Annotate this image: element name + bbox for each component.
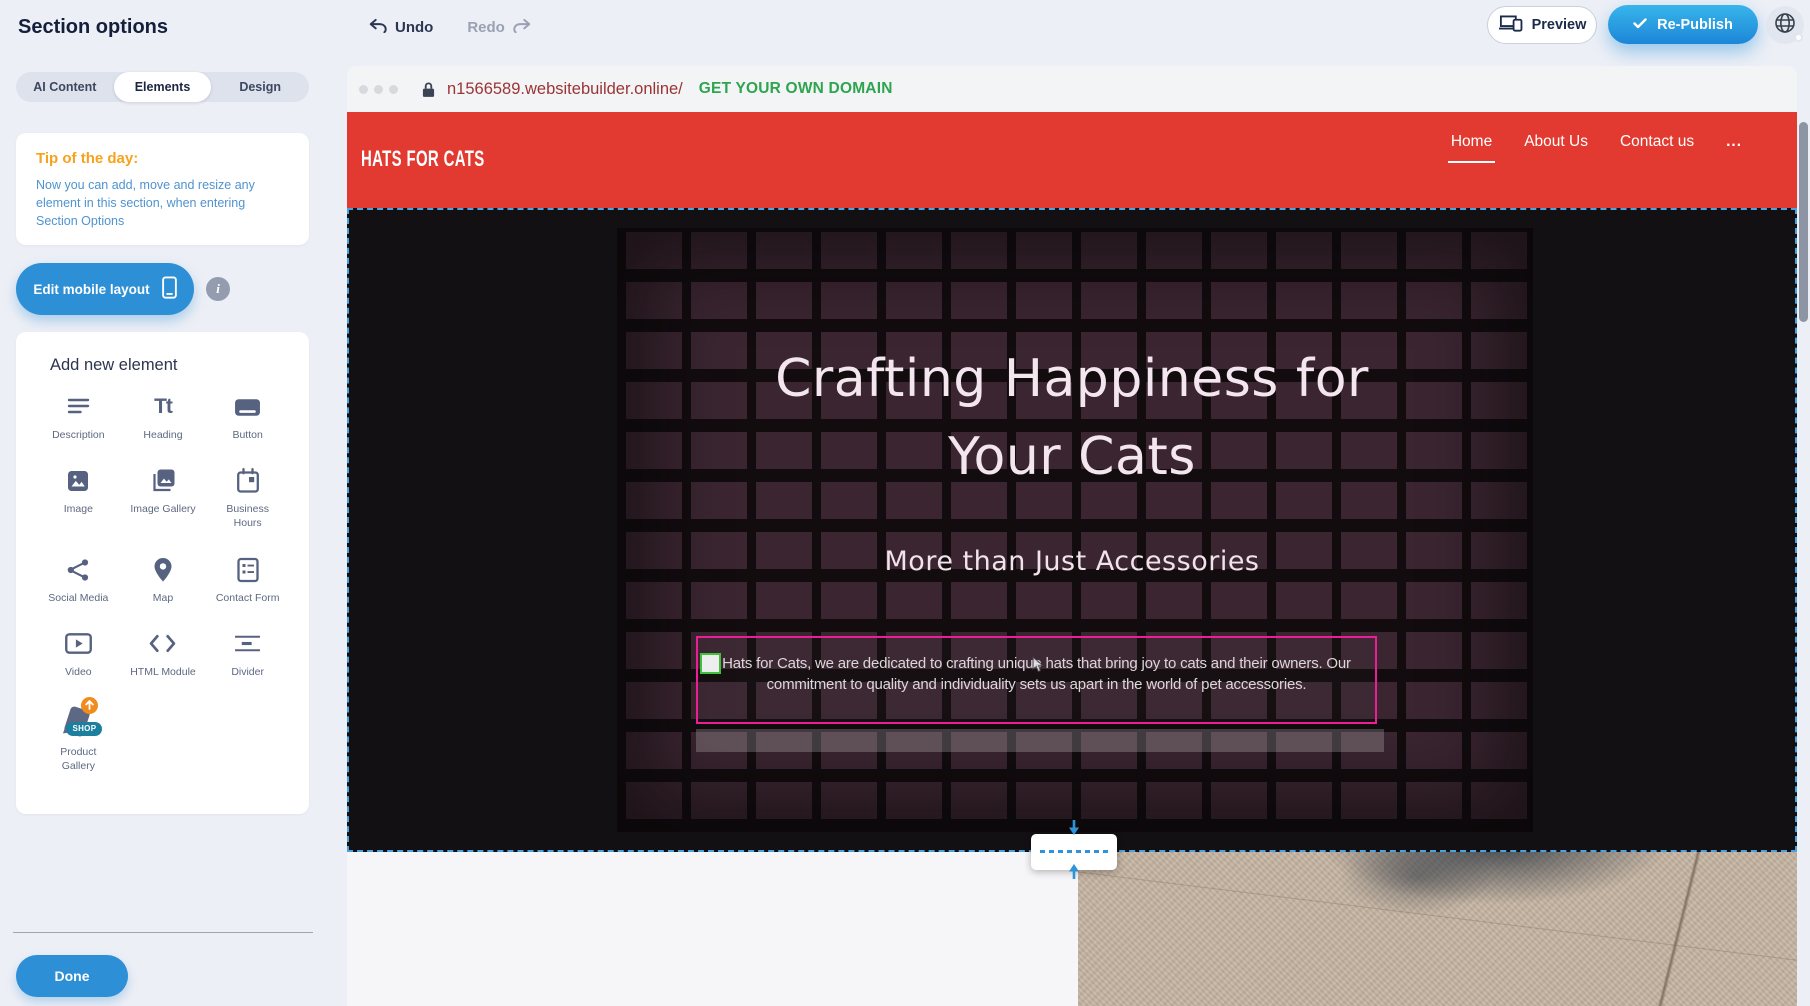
nav-item-about-us[interactable]: About Us bbox=[1524, 133, 1588, 151]
tip-body: Now you can add, move and resize any ele… bbox=[36, 176, 288, 230]
republish-label: Re-Publish bbox=[1657, 17, 1733, 33]
preview-label: Preview bbox=[1532, 17, 1587, 33]
resize-arrow-up-icon bbox=[1067, 863, 1081, 884]
redo-button[interactable]: Redo bbox=[467, 18, 532, 37]
site-url[interactable]: n1566589.websitebuilder.online/ bbox=[447, 80, 683, 99]
hero-heading[interactable]: Crafting Happiness for Your Cats bbox=[349, 340, 1795, 496]
info-icon[interactable]: i bbox=[206, 277, 230, 301]
button-icon bbox=[234, 392, 261, 422]
page-title: Section options bbox=[18, 16, 168, 39]
image-gallery-icon bbox=[150, 466, 176, 496]
site-header: HATS FOR CATS Home About Us Contact us .… bbox=[347, 112, 1797, 208]
phone-icon bbox=[162, 276, 177, 302]
globe-notification-dot bbox=[1794, 33, 1803, 42]
nav-item-contact-us[interactable]: Contact us bbox=[1620, 133, 1694, 151]
tip-title: Tip of the day: bbox=[36, 150, 289, 167]
site-logo[interactable]: HATS FOR CATS bbox=[361, 146, 485, 172]
pavement-image bbox=[1078, 852, 1797, 1006]
add-element-image[interactable]: Image bbox=[38, 466, 119, 530]
hero-heading-line2: Your Cats bbox=[349, 418, 1795, 496]
tip-of-the-day-card: Tip of the day: Now you can add, move an… bbox=[16, 133, 309, 245]
map-icon bbox=[153, 555, 173, 585]
resize-arrow-down-icon bbox=[1067, 820, 1081, 841]
add-new-element-panel: Add new element Description Tt Heading B… bbox=[16, 332, 309, 814]
video-icon bbox=[65, 629, 92, 659]
history-controls: Undo Redo bbox=[368, 18, 532, 37]
add-element-map[interactable]: Map bbox=[123, 555, 204, 605]
redo-icon bbox=[512, 18, 532, 37]
get-your-own-domain-link[interactable]: GET YOUR OWN DOMAIN bbox=[699, 80, 893, 98]
social-media-icon bbox=[66, 555, 90, 585]
traffic-light-dots bbox=[359, 85, 398, 94]
tab-design[interactable]: Design bbox=[211, 72, 309, 102]
nav-more-button[interactable]: ... bbox=[1726, 133, 1742, 151]
mouse-cursor bbox=[1032, 656, 1045, 678]
add-element-image-gallery[interactable]: Image Gallery bbox=[123, 466, 204, 530]
redo-label: Redo bbox=[467, 19, 505, 36]
undo-button[interactable]: Undo bbox=[368, 18, 433, 37]
contact-form-icon bbox=[236, 555, 260, 585]
product-gallery-icon: SHOP bbox=[60, 703, 96, 739]
hero-paragraph-element-selected[interactable]: Hats for Cats, we are dedicated to craft… bbox=[696, 636, 1377, 724]
heading-icon: Tt bbox=[154, 392, 172, 422]
description-icon bbox=[66, 392, 91, 422]
business-hours-icon bbox=[236, 466, 260, 496]
add-element-html-module[interactable]: HTML Module bbox=[123, 629, 204, 679]
website-builder-app: Section options Undo Redo Preview Re-Pub… bbox=[0, 0, 1810, 1006]
site-nav: Home About Us Contact us ... bbox=[1451, 133, 1742, 151]
image-icon bbox=[66, 466, 90, 496]
add-element-button[interactable]: Button bbox=[207, 392, 288, 442]
edit-mobile-label: Edit mobile layout bbox=[33, 282, 149, 297]
element-drag-handle[interactable] bbox=[700, 653, 721, 674]
add-element-product-gallery[interactable]: SHOP Product Gallery bbox=[38, 703, 119, 773]
language-globe-button[interactable] bbox=[1766, 6, 1804, 44]
tab-ai-content[interactable]: AI Content bbox=[16, 72, 114, 102]
undo-label: Undo bbox=[395, 19, 433, 36]
add-element-social-media[interactable]: Social Media bbox=[38, 555, 119, 605]
edit-mobile-layout-button[interactable]: Edit mobile layout bbox=[16, 263, 194, 315]
sidebar-tabs: AI Content Elements Design bbox=[16, 72, 309, 102]
element-grid: Description Tt Heading Button Image bbox=[38, 392, 288, 773]
add-element-contact-form[interactable]: Contact Form bbox=[207, 555, 288, 605]
browser-chrome: n1566589.websitebuilder.online/ GET YOUR… bbox=[347, 66, 1797, 112]
preview-button[interactable]: Preview bbox=[1487, 6, 1597, 44]
check-icon bbox=[1633, 17, 1647, 33]
lock-icon bbox=[422, 81, 435, 98]
section-resize-handle[interactable] bbox=[1031, 834, 1117, 870]
add-element-description[interactable]: Description bbox=[38, 392, 119, 442]
add-element-divider[interactable]: Divider bbox=[207, 629, 288, 679]
element-hover-highlight bbox=[696, 729, 1384, 752]
add-element-business-hours[interactable]: Business Hours bbox=[207, 466, 288, 530]
resize-dashed-line bbox=[1040, 850, 1108, 853]
nav-item-home[interactable]: Home bbox=[1451, 133, 1492, 151]
hero-heading-line1: Crafting Happiness for bbox=[349, 340, 1795, 418]
republish-button[interactable]: Re-Publish bbox=[1608, 5, 1758, 44]
add-element-video[interactable]: Video bbox=[38, 629, 119, 679]
hero-subheading[interactable]: More than Just Accessories bbox=[349, 546, 1795, 577]
add-element-heading[interactable]: Tt Heading bbox=[123, 392, 204, 442]
devices-icon bbox=[1498, 14, 1523, 36]
shop-badge: SHOP bbox=[66, 722, 102, 736]
sidebar-divider bbox=[13, 932, 313, 933]
hero-section-selected[interactable]: Crafting Happiness for Your Cats More th… bbox=[347, 208, 1797, 852]
tab-elements[interactable]: Elements bbox=[114, 72, 212, 102]
canvas-scrollbar-thumb[interactable] bbox=[1799, 122, 1808, 322]
undo-icon bbox=[368, 18, 388, 37]
upgrade-arrow-badge bbox=[81, 697, 98, 714]
done-button[interactable]: Done bbox=[16, 955, 128, 997]
divider-icon bbox=[234, 629, 261, 659]
add-element-title: Add new element bbox=[50, 356, 178, 375]
html-module-icon bbox=[149, 629, 176, 659]
